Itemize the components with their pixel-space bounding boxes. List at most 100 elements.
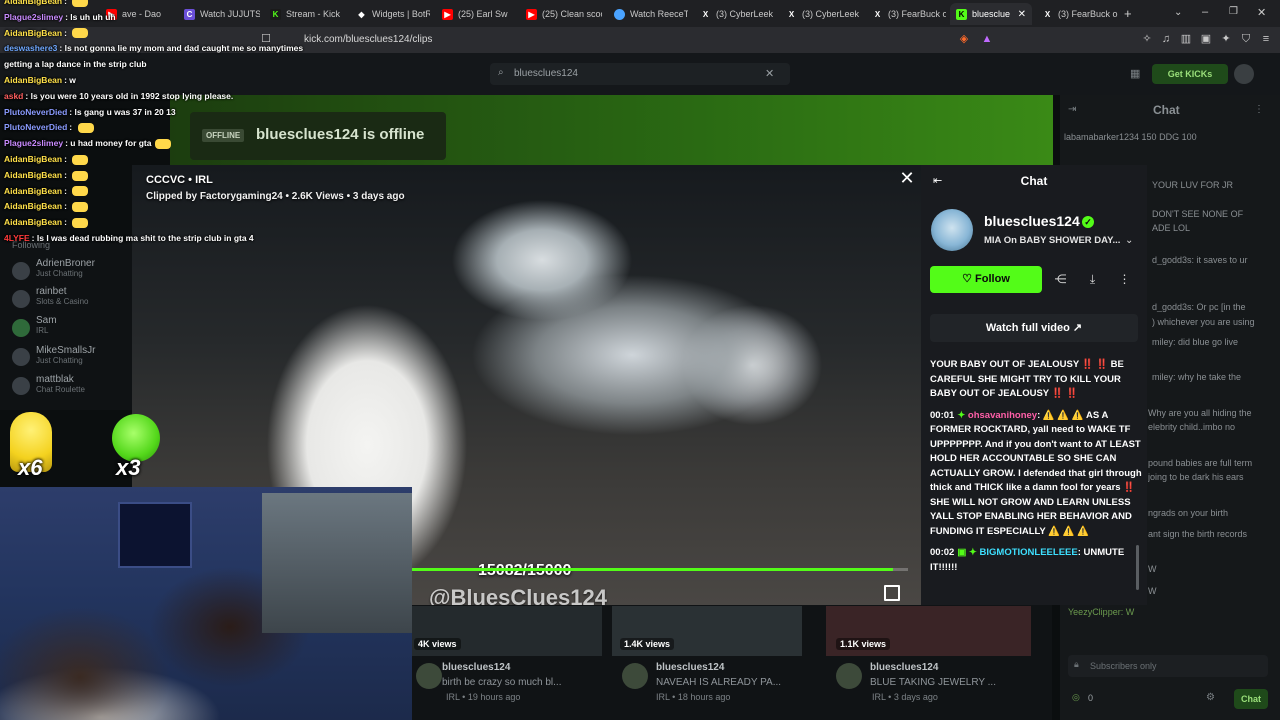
user-avatar[interactable] xyxy=(1234,64,1254,84)
music-icon[interactable]: ♫ xyxy=(1160,33,1172,45)
chat-message: W xyxy=(1148,564,1157,574)
close-modal-icon[interactable]: ✕ xyxy=(898,168,916,188)
overlay-chat-separator: : xyxy=(64,154,70,164)
browser-tab[interactable]: ▶ (25) Earl Sw xyxy=(436,3,512,25)
browser-tab[interactable]: Watch ReeceTo xyxy=(608,3,688,25)
emote-icon xyxy=(72,186,89,197)
chevron-down-icon[interactable]: ⌄ xyxy=(1125,235,1133,246)
overlay-chat-separator: : xyxy=(64,201,70,212)
extensions-icon[interactable]: ✧ xyxy=(1141,33,1153,45)
browser-tab-active[interactable]: Kbluesclue ✕ xyxy=(950,3,1032,25)
avatar xyxy=(12,348,30,366)
chat-settings-icon[interactable]: ⋮ xyxy=(1254,104,1264,115)
share-icon[interactable]: ⋲ xyxy=(1047,266,1074,293)
overlay-chat-user: PlutoNeverDied xyxy=(4,106,68,117)
url-field[interactable]: kick.com/bluesclues124/clips xyxy=(288,31,958,49)
clip-channel[interactable]: bluesclues124 xyxy=(656,662,724,673)
clip-card-title[interactable]: BLUE TAKING JEWELRY ... xyxy=(870,677,996,688)
maximize-icon[interactable]: ❐ xyxy=(1229,6,1238,17)
watch-full-video-button[interactable]: Watch full video ↗ xyxy=(930,314,1138,342)
clip-channel[interactable]: bluesclues124 xyxy=(870,662,938,673)
overlay-chat-user: AidanBigBean xyxy=(4,154,63,164)
collapse-chat-icon[interactable]: ⇥ xyxy=(1068,104,1076,115)
browser-tab[interactable]: X (3) FearBuck o xyxy=(1036,3,1120,25)
overlay-chat-line: Plague2slimey: u had money for gta xyxy=(4,138,171,149)
close-window-icon[interactable]: ✕ xyxy=(1257,6,1266,19)
send-chat-button[interactable]: Chat xyxy=(1234,689,1268,709)
chat-message: miley: did blue go live xyxy=(1152,337,1239,347)
sidebar-icon[interactable]: ▥ xyxy=(1180,33,1192,45)
clear-search-icon[interactable]: ✕ xyxy=(765,67,774,80)
more-options-icon[interactable]: ⋮ xyxy=(1111,266,1138,293)
wallet-icon[interactable]: ▣ xyxy=(1200,33,1212,45)
followed-channel[interactable]: Sam IRL xyxy=(36,315,57,335)
avatar xyxy=(836,663,862,689)
overlay-chat-line: AidanBigBean: xyxy=(4,201,89,213)
overlay-chat-text: u had money for gta xyxy=(70,138,152,149)
channel-name[interactable]: bluesclues124 xyxy=(984,213,1080,229)
overlay-chat-line: AidanBigBean: w xyxy=(4,75,76,85)
browser-tab[interactable]: ▶ (25) Clean scoo xyxy=(520,3,602,25)
browser-tab[interactable]: X (3) CyberLeek xyxy=(694,3,774,25)
chat-settings-gear-icon[interactable]: ⚙ xyxy=(1206,692,1215,703)
chat-input[interactable]: Subscribers only xyxy=(1068,655,1268,677)
clip-chat-messages: YOUR BABY OUT OF JEALOUSY ‼️ ‼️ BE CAREF… xyxy=(930,358,1142,598)
chat-message: W xyxy=(1148,586,1157,596)
overlay-chat-user: deswashere3 xyxy=(4,43,58,54)
followed-channel[interactable]: AdrienBroner Just Chatting xyxy=(36,258,95,278)
lock-icon: 🔒︎ xyxy=(1074,659,1079,669)
followed-channel[interactable]: MikeSmallsJr Just Chatting xyxy=(36,345,95,365)
minimize-icon[interactable]: – xyxy=(1202,6,1208,18)
vpn-icon[interactable]: ⛉ xyxy=(1240,33,1252,45)
ai-icon[interactable]: ✦ xyxy=(1220,33,1232,45)
overlay-chat-user: Plague2slimey xyxy=(4,11,64,22)
emote-icon xyxy=(72,170,89,181)
browser-tab[interactable]: X (3) FearBuck o xyxy=(866,3,946,25)
clip-chat-header: Chat xyxy=(1020,174,1048,188)
chat-scrollbar[interactable] xyxy=(1136,545,1139,590)
fullscreen-icon[interactable] xyxy=(884,585,900,601)
download-icon[interactable]: ⤓ xyxy=(1079,266,1106,293)
search-input[interactable]: bluesclues124 xyxy=(490,63,790,85)
new-tab-icon[interactable]: + xyxy=(1124,6,1132,21)
get-kicks-button[interactable]: Get KICKs xyxy=(1152,64,1228,84)
browser-tab[interactable]: ◆ Widgets | BotR xyxy=(350,3,430,25)
chat-message: elebrity child..imbo no xyxy=(1148,422,1236,432)
clip-card-title[interactable]: birth be crazy so much bl... xyxy=(442,677,562,688)
overlay-chat-line: deswashere3: ls not gonna lie my mom and… xyxy=(4,43,303,53)
overlay-chat-line: AidanBigBean: xyxy=(4,186,89,197)
overlay-chat-text: ls you were 10 years old in 1992 stop ly… xyxy=(30,90,234,101)
x-icon: X xyxy=(1044,9,1051,19)
clip-views: 4K views xyxy=(414,638,461,650)
brave-rewards-icon[interactable]: ▲ xyxy=(981,33,993,45)
tab-list-icon[interactable]: ⌄ xyxy=(1174,7,1182,18)
overlay-chat-text: ls I was dead rubbing ma shit to the str… xyxy=(36,233,254,243)
followed-channel[interactable]: mattblak Chat Roulette xyxy=(36,374,85,394)
brave-shield-icon[interactable]: ◈ xyxy=(958,33,970,45)
heart-icon: ♡ xyxy=(962,273,976,285)
overlay-chat-user: AidanBigBean xyxy=(4,27,63,38)
avatar xyxy=(416,663,442,689)
following-sidebar: Following AdrienBroner Just Chatting rain… xyxy=(0,240,132,410)
close-tab-icon[interactable]: ✕ xyxy=(1018,9,1026,20)
overlay-chat-line: Plague2slimey: ls uh uh uh xyxy=(4,12,116,22)
chat-message: d_godd3s: it saves to ur xyxy=(1152,255,1248,265)
followed-channel[interactable]: rainbet Slots & Casino xyxy=(36,286,88,306)
follow-button[interactable]: ♡ Follow xyxy=(930,266,1042,293)
overlay-chat-line: askd: ls you were 10 years old in 1992 s… xyxy=(4,91,233,101)
overlay-chat-line: AidanBigBean: xyxy=(4,217,89,228)
menu-icon[interactable]: ≡ xyxy=(1260,33,1272,45)
overlay-chat-line: AidanBigBean: xyxy=(4,170,89,181)
browse-icon[interactable]: ▦ xyxy=(1130,67,1140,80)
webcam-window xyxy=(118,502,192,568)
emote-icon xyxy=(72,154,89,165)
kick-icon: K xyxy=(956,8,967,20)
clip-channel[interactable]: bluesclues124 xyxy=(442,662,510,673)
clip-card-title[interactable]: NAVEAH IS ALREADY PA... xyxy=(656,677,781,688)
overlay-chat-text: w xyxy=(69,75,76,85)
chat-message: YOUR BABY OUT OF JEALOUSY ‼️ ‼️ BE CAREF… xyxy=(930,359,1124,399)
channel-avatar[interactable] xyxy=(931,209,973,251)
overlay-chat-line: PlutoNeverDied: xyxy=(4,122,94,134)
browser-tab[interactable]: X (3) CyberLeek xyxy=(780,3,860,25)
overlay-chat-separator: : xyxy=(64,0,70,6)
